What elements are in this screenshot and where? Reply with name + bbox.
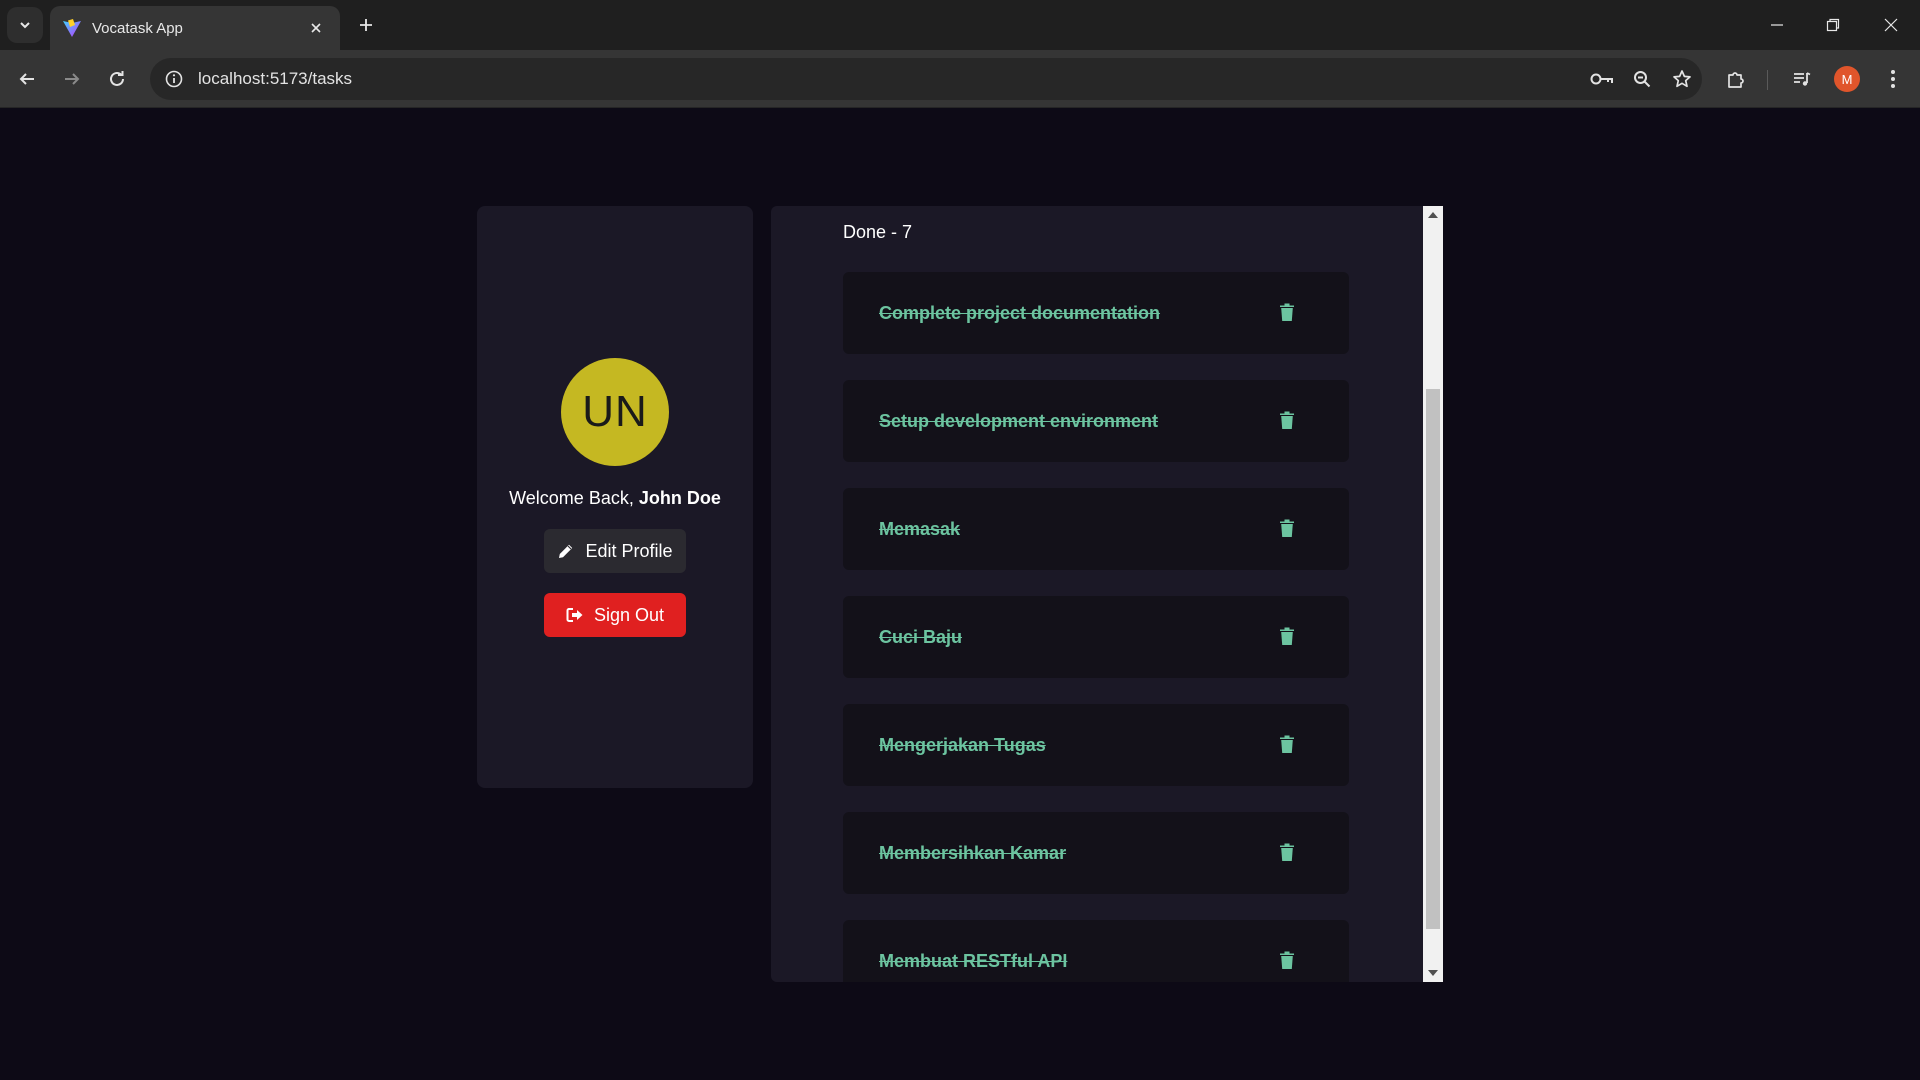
task-card[interactable]: Membuat RESTful API [843,920,1349,982]
task-label: Membersihkan Kamar [879,842,1067,863]
task-card[interactable]: Memasak [843,488,1349,570]
tab-vocatask[interactable]: Vocatask App [50,6,340,50]
star-icon [1673,70,1691,88]
zoom-icon [1634,71,1651,88]
puzzle-icon [1728,72,1744,88]
close-icon [1884,18,1898,32]
task-label: Mengerjakan Tugas [879,734,1046,755]
media-control-icon [1794,72,1811,86]
forward-arrow-icon [65,73,80,85]
trash-icon[interactable] [1279,518,1295,538]
tasks-scrollbar[interactable] [1423,206,1443,982]
back-button[interactable] [9,61,45,97]
reload-icon [110,71,124,86]
plus-icon [360,19,372,31]
browser-toolbar: localhost:5173/tasks M [0,50,1920,108]
key-icon [1590,73,1613,85]
trash-icon[interactable] [1279,626,1295,646]
restore-button[interactable] [1810,8,1856,42]
trash-icon[interactable] [1279,410,1295,430]
arrow-up-icon [1428,212,1438,218]
browser-tab-bar: Vocatask App [0,0,1920,50]
edit-profile-label: Edit Profile [585,540,673,561]
task-card[interactable]: Mengerjakan Tugas [843,704,1349,786]
site-info-icon [165,70,183,88]
trash-icon[interactable] [1279,302,1295,322]
browser-profile-avatar[interactable]: M [1834,66,1860,92]
password-manager-button[interactable] [1582,59,1622,99]
task-card[interactable]: Cuci Baju [843,596,1349,678]
media-control-button[interactable] [1784,61,1820,97]
sign-out-button[interactable]: Sign Out [544,593,686,637]
tab-title: Vocatask App [92,19,183,37]
tab-list-button[interactable] [7,7,43,43]
chevron-down-icon [20,22,30,29]
task-card[interactable]: Complete project documentation [843,272,1349,354]
tasks-panel: Done - 7 Complete project documentation … [771,206,1443,982]
task-card[interactable]: Membersihkan Kamar [843,812,1349,894]
trash-icon[interactable] [1279,950,1295,970]
user-name: John Doe [638,488,721,508]
task-label: Complete project documentation [879,302,1161,323]
done-task-list: Complete project documentation Setup dev… [843,272,1349,982]
bookmark-button[interactable] [1662,59,1702,99]
welcome-prefix: Welcome Back, [509,488,639,508]
minimize-button[interactable] [1754,8,1800,42]
toolbar-separator [1767,70,1768,90]
reload-button[interactable] [99,61,135,97]
back-arrow-icon [19,73,34,85]
profile-card: UN Welcome Back, John Doe Edit Profile S… [477,206,753,788]
edit-profile-button[interactable]: Edit Profile [544,529,686,573]
kebab-menu-icon [1891,70,1895,88]
trash-icon[interactable] [1279,842,1295,862]
sign-out-label: Sign Out [593,604,665,625]
minimize-icon [1771,24,1783,26]
arrow-down-icon [1428,970,1438,976]
address-bar[interactable]: localhost:5173/tasks [150,58,1702,100]
welcome-message: Welcome Back, John Doe [509,488,721,509]
close-icon [311,23,321,33]
extensions-button[interactable] [1718,61,1754,97]
pencil-icon [559,544,573,558]
task-card[interactable]: Setup development environment [843,380,1349,462]
site-info-button[interactable] [154,59,194,99]
new-tab-button[interactable] [352,11,380,39]
scroll-down-button[interactable] [1423,964,1443,982]
zoom-button[interactable] [1622,59,1662,99]
tab-close-button[interactable] [304,16,328,40]
task-label: Cuci Baju [879,626,963,647]
close-window-button[interactable] [1868,8,1914,42]
scroll-up-button[interactable] [1423,206,1443,224]
done-section-title: Done - 7 [843,222,913,242]
avatar: UN [561,358,669,466]
trash-icon[interactable] [1279,734,1295,754]
task-label: Memasak [879,518,961,539]
url-text[interactable]: localhost:5173/tasks [198,69,1582,89]
task-label: Membuat RESTful API [879,950,1068,971]
task-label: Setup development environment [879,410,1159,431]
restore-icon [1826,18,1840,32]
vite-logo-icon [63,19,81,37]
sign-out-icon [566,608,583,622]
browser-menu-button[interactable] [1875,61,1911,97]
forward-button[interactable] [54,61,90,97]
scroll-thumb[interactable] [1426,389,1440,929]
